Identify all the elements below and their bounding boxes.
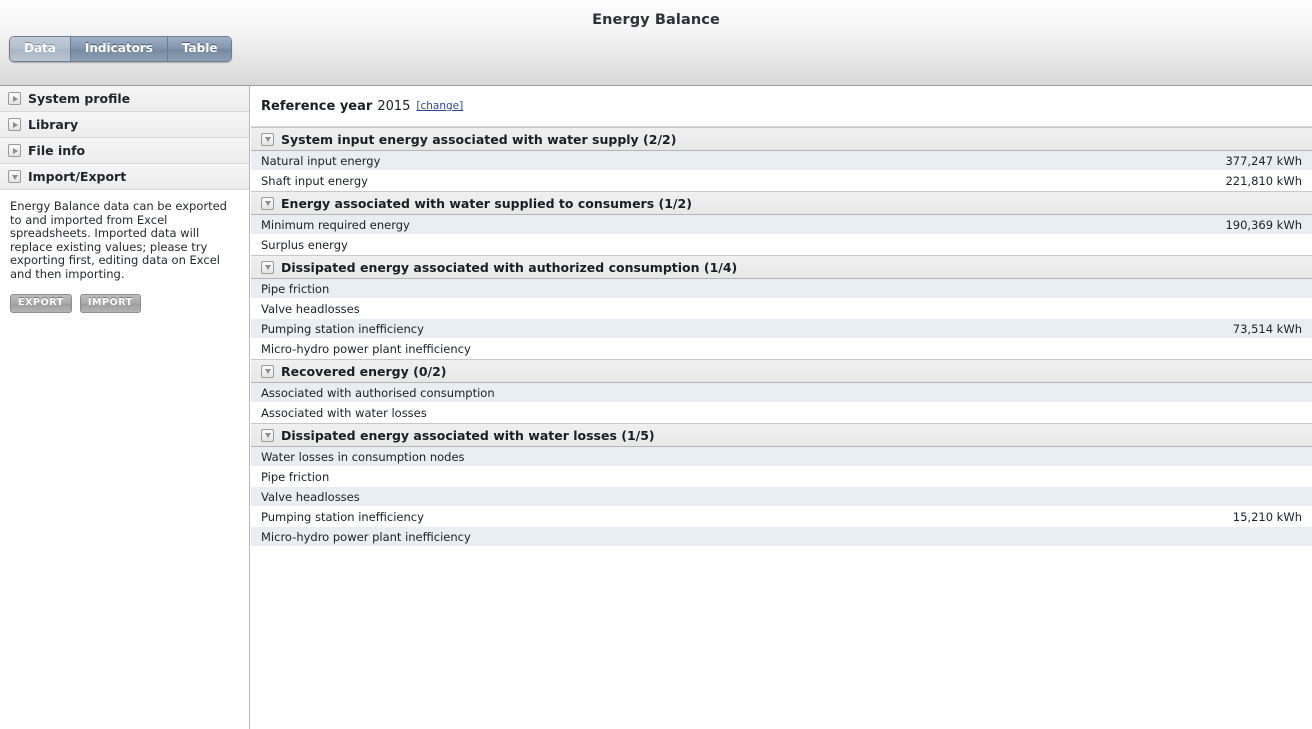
triangle-down-icon-box[interactable]	[261, 260, 274, 274]
table-row[interactable]: Shaft input energy 221,810 kWh	[251, 171, 1312, 191]
triangle-down-icon	[264, 369, 271, 374]
row-value: 15,210 kWh	[1232, 509, 1302, 524]
sidebar-item-label: File info	[28, 143, 86, 158]
sidebar-item-library[interactable]: Library	[0, 112, 249, 138]
sidebar-item-list: System profile Library File info Import/Exp…	[0, 86, 249, 190]
table-row[interactable]: Surplus energy	[251, 235, 1312, 255]
import-export-button-group: EXPORT IMPORT	[10, 293, 237, 313]
triangle-down-icon-box[interactable]	[8, 170, 21, 183]
triangle-right-icon	[12, 147, 18, 154]
change-reference-year-link[interactable]: [change]	[416, 100, 463, 112]
row-label: Valve headlosses	[261, 301, 360, 316]
group-header-energy-associated-with-water-supplied-to-consume[interactable]: Energy associated with water supplied to…	[251, 191, 1312, 215]
group-header-dissipated-energy-associated-with-water-losses-1[interactable]: Dissipated energy associated with water …	[251, 423, 1312, 447]
group-header-recovered-energy-0-2[interactable]: Recovered energy (0/2)	[251, 359, 1312, 383]
row-label: Pumping station inefficiency	[261, 321, 424, 336]
triangle-right-icon-box[interactable]	[8, 118, 21, 131]
row-value: 221,810 kWh	[1225, 173, 1302, 188]
row-label: Micro-hydro power plant inefficiency	[261, 529, 471, 544]
group-header-dissipated-energy-associated-with-authorized-con[interactable]: Dissipated energy associated with author…	[251, 255, 1312, 279]
row-label: Pipe friction	[261, 469, 330, 484]
sidebar-item-label: Import/Export	[28, 169, 127, 184]
table-row[interactable]: Micro-hydro power plant inefficiency	[251, 339, 1312, 359]
row-value: 190,369 kWh	[1225, 217, 1302, 232]
group-title: Recovered energy (0/2)	[281, 363, 447, 379]
row-label: Water losses in consumption nodes	[261, 449, 465, 464]
group-title: Dissipated energy associated with water …	[281, 427, 655, 443]
sidebar-item-label: Library	[28, 117, 79, 132]
table-row[interactable]: Associated with authorised consumption	[251, 383, 1312, 403]
table-row[interactable]: Minimum required energy 190,369 kWh	[251, 215, 1312, 235]
triangle-right-icon	[12, 95, 18, 102]
import-export-panel: Energy Balance data can be exported to a…	[0, 190, 249, 313]
triangle-right-icon-box[interactable]	[8, 144, 21, 157]
sidebar-item-file-info[interactable]: File info	[0, 138, 249, 164]
group-title: System input energy associated with wate…	[281, 131, 677, 147]
reference-year-bar: Reference year 2015 [change]	[251, 86, 1312, 127]
table-row[interactable]: Micro-hydro power plant inefficiency	[251, 527, 1312, 547]
sidebar-item-import-export[interactable]: Import/Export	[0, 164, 249, 190]
row-label: Natural input energy	[261, 153, 381, 168]
tab-data[interactable]: Data	[10, 37, 71, 61]
group-title: Dissipated energy associated with author…	[281, 259, 738, 275]
import-button[interactable]: IMPORT	[79, 293, 141, 313]
triangle-right-icon	[12, 121, 18, 128]
table-row[interactable]: Associated with water losses	[251, 403, 1312, 423]
main-content: Reference year 2015 [change] System inpu…	[251, 86, 1312, 729]
triangle-down-icon	[264, 137, 271, 142]
top-bar: Energy Balance Data Indicators Table	[0, 0, 1312, 86]
tab-bar: Data Indicators Table	[9, 36, 233, 62]
triangle-down-icon	[264, 201, 271, 206]
sidebar-item-system-profile[interactable]: System profile	[0, 86, 249, 112]
row-label: Associated with authorised consumption	[261, 385, 495, 400]
row-label: Valve headlosses	[261, 489, 360, 504]
row-label: Micro-hydro power plant inefficiency	[261, 341, 471, 356]
table-row[interactable]: Pipe friction	[251, 279, 1312, 299]
triangle-down-icon	[264, 265, 271, 270]
triangle-down-icon-box[interactable]	[261, 196, 274, 210]
row-label: Pumping station inefficiency	[261, 509, 424, 524]
table-row[interactable]: Pumping station inefficiency 15,210 kWh	[251, 507, 1312, 527]
row-value: 377,247 kWh	[1225, 153, 1302, 168]
row-label: Minimum required energy	[261, 217, 410, 232]
triangle-down-icon-box[interactable]	[261, 364, 274, 378]
table-row[interactable]: Water losses in consumption nodes	[251, 447, 1312, 467]
table-row[interactable]: Pipe friction	[251, 467, 1312, 487]
reference-year-label: Reference year	[261, 98, 373, 114]
group-header-system-input-energy-associated-with-water-supply[interactable]: System input energy associated with wate…	[251, 127, 1312, 151]
triangle-right-icon-box[interactable]	[8, 92, 21, 105]
table-row[interactable]: Pumping station inefficiency 73,514 kWh	[251, 319, 1312, 339]
triangle-down-icon	[264, 433, 271, 438]
reference-year-value: 2015	[377, 98, 411, 114]
row-value: 73,514 kWh	[1232, 321, 1302, 336]
tab-table[interactable]: Table	[167, 37, 232, 61]
table-row[interactable]: Valve headlosses	[251, 299, 1312, 319]
triangle-down-icon	[11, 174, 18, 180]
energy-balance-groups: System input energy associated with wate…	[251, 127, 1312, 547]
import-export-description: Energy Balance data can be exported to a…	[10, 199, 227, 281]
row-label: Pipe friction	[261, 281, 330, 296]
tab-indicators[interactable]: Indicators	[70, 37, 168, 61]
table-row[interactable]: Natural input energy 377,247 kWh	[251, 151, 1312, 171]
sidebar: System profile Library File info Import/Exp…	[0, 86, 250, 729]
sidebar-item-label: System profile	[28, 91, 131, 106]
page-title: Energy Balance	[592, 12, 720, 28]
body-container: System profile Library File info Import/Exp…	[0, 86, 1312, 729]
export-button[interactable]: EXPORT	[10, 293, 72, 313]
triangle-down-icon-box[interactable]	[261, 428, 274, 442]
row-label: Surplus energy	[261, 237, 348, 252]
row-label: Associated with water losses	[261, 405, 427, 420]
group-title: Energy associated with water supplied to…	[281, 195, 692, 211]
triangle-down-icon-box[interactable]	[261, 132, 274, 146]
table-row[interactable]: Valve headlosses	[251, 487, 1312, 507]
row-label: Shaft input energy	[261, 173, 368, 188]
